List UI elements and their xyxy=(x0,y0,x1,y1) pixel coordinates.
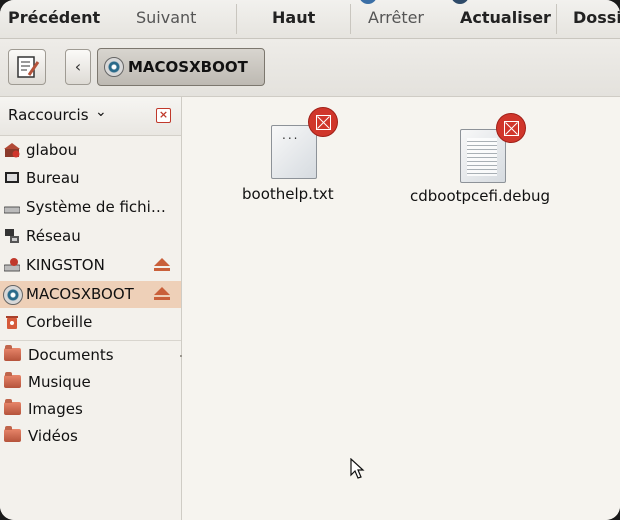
sidebar-item-label: Corbeille xyxy=(26,313,93,331)
chevron-down-icon[interactable]: ⌄ xyxy=(95,104,107,120)
folder-icon xyxy=(4,372,21,388)
sidebar-item-label: Bureau xyxy=(26,169,80,187)
sidebar-item-label: KINGSTON xyxy=(26,256,105,274)
sidebar-item-label: MACOSXBOOT xyxy=(26,285,134,303)
notepad-pencil-icon xyxy=(17,56,40,78)
sidebar-divider xyxy=(0,340,181,341)
sidebar-item-reseau[interactable]: Réseau xyxy=(0,223,181,250)
home-label: Dossi xyxy=(573,8,620,27)
mouse-cursor-icon xyxy=(350,458,365,479)
unreadable-badge-icon xyxy=(496,113,526,143)
sidebar-item-label: Musique xyxy=(28,373,91,391)
path-label: MACOSXBOOT xyxy=(128,58,248,76)
file-view: ... boothelp.txt cdbootpcefi.debug xyxy=(182,97,620,520)
sidebar-item-kingston[interactable]: KINGSTON xyxy=(0,252,181,279)
disc-icon xyxy=(3,285,23,305)
trash-icon xyxy=(6,316,18,329)
next-label: Suivant xyxy=(136,8,197,27)
sidebar-item-label: Système de fichi… xyxy=(26,198,166,216)
reload-icon xyxy=(451,0,469,4)
drive-icon xyxy=(4,206,20,214)
toolbar-separator xyxy=(350,4,351,34)
file-item-cdbootpcefi[interactable]: cdbootpcefi.debug xyxy=(404,113,564,219)
sidebar-item-macosxboot[interactable]: MACOSXBOOT xyxy=(0,281,181,308)
toolbar-separator xyxy=(556,4,557,34)
home-icon xyxy=(4,143,20,158)
sidebar-item-systeme-de-fichiers[interactable]: Système de fichi… xyxy=(0,194,181,221)
network-icon xyxy=(5,229,19,243)
sidebar-header[interactable]: Raccourcis ⌄ × xyxy=(0,97,181,136)
sidebar-item-glabou[interactable]: glabou xyxy=(0,137,181,164)
text-file-icon: ... xyxy=(271,125,317,179)
location-bar: ‹ MACOSXBOOT xyxy=(0,39,620,97)
sidebar-item-documents[interactable]: Documents xyxy=(0,342,181,369)
close-sidebar-icon[interactable]: × xyxy=(156,108,171,123)
sidebar-item-corbeille[interactable]: Corbeille xyxy=(0,309,181,336)
file-manager-window: Précédent Suivant Haut Arrêter Actualise… xyxy=(0,0,620,520)
sidebar-item-label: Documents xyxy=(28,346,114,364)
unreadable-badge-icon xyxy=(308,107,338,137)
sidebar-item-label: glabou xyxy=(26,141,78,159)
sidebar-item-bureau[interactable]: Bureau xyxy=(0,165,181,192)
eject-icon[interactable] xyxy=(153,287,171,301)
toolbar: Précédent Suivant Haut Arrêter Actualise… xyxy=(0,0,620,39)
disc-icon xyxy=(104,57,124,77)
folder-icon xyxy=(4,426,21,442)
previous-label: Précédent xyxy=(8,8,101,27)
stop-label: Arrêter xyxy=(368,8,425,27)
toolbar-separator xyxy=(236,4,237,34)
eject-icon[interactable] xyxy=(153,258,171,272)
sidebar-item-images[interactable]: Images xyxy=(0,396,181,423)
sidebar: Raccourcis ⌄ × glabou Bureau Système de … xyxy=(0,97,182,520)
edit-location-button[interactable] xyxy=(8,49,46,85)
desktop-icon xyxy=(5,172,19,183)
file-name: cdbootpcefi.debug xyxy=(410,187,551,205)
file-item-boothelp[interactable]: ... boothelp.txt xyxy=(238,107,368,215)
sidebar-item-label: Réseau xyxy=(26,227,81,245)
path-back-button[interactable]: ‹ xyxy=(65,49,91,85)
file-name: boothelp.txt xyxy=(242,185,334,203)
sidebar-item-label: Images xyxy=(28,400,83,418)
up-label: Haut xyxy=(272,8,316,27)
sidebar-item-videos[interactable]: Vidéos xyxy=(0,423,181,450)
folder-icon xyxy=(4,399,21,415)
path-button-macosxboot[interactable]: MACOSXBOOT xyxy=(97,48,265,86)
chevron-left-icon: ‹ xyxy=(74,57,82,76)
sidebar-item-musique[interactable]: Musique xyxy=(0,369,181,396)
folder-icon xyxy=(4,345,21,361)
stop-icon xyxy=(359,0,377,4)
usb-drive-icon xyxy=(4,258,20,272)
sidebar-title: Raccourcis xyxy=(8,106,89,124)
reload-label: Actualiser xyxy=(460,8,551,27)
sidebar-item-label: Vidéos xyxy=(28,427,78,445)
